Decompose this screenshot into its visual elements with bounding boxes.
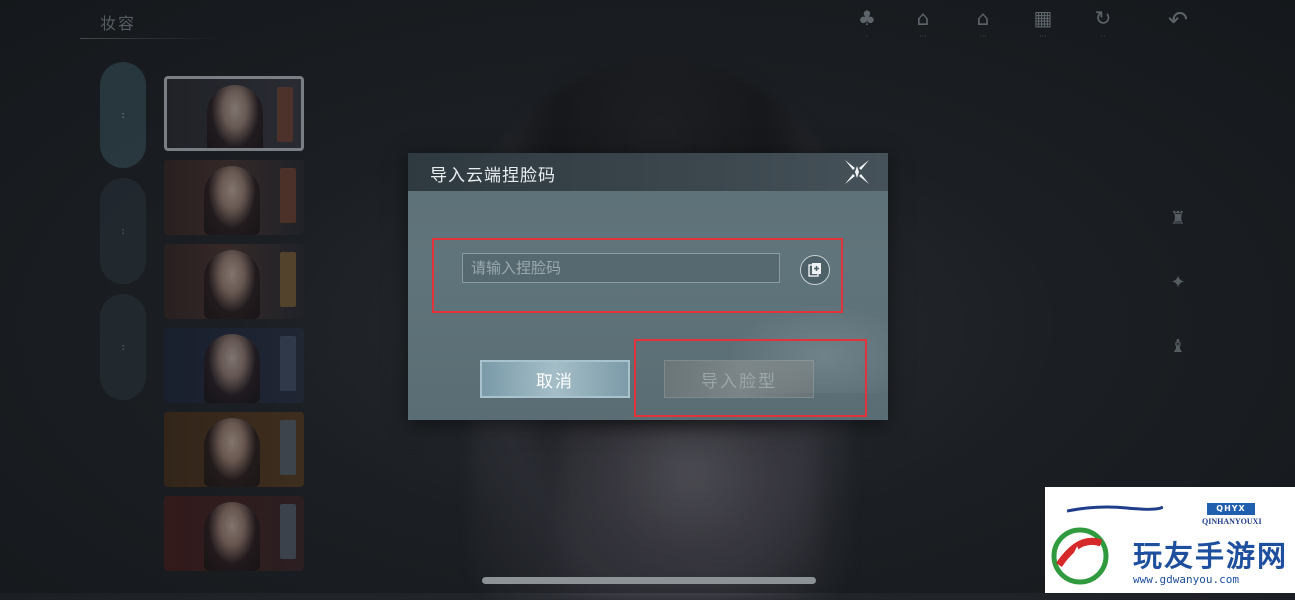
swirl-logo-icon — [1051, 527, 1109, 585]
wave-logo-icon — [1067, 505, 1163, 513]
site-watermark: QHYX QINHANYOUXI 玩友手游网 www.gdwanyou.com — [1045, 487, 1295, 593]
cancel-button[interactable]: 取消 — [480, 360, 630, 398]
watermark-url: www.gdwanyou.com — [1133, 573, 1239, 586]
dialog-title: 导入云端捏脸码 — [430, 166, 556, 186]
input-highlight-box — [432, 238, 843, 313]
close-x-icon[interactable] — [842, 157, 872, 187]
home-indicator[interactable] — [482, 577, 816, 584]
import-highlight-box — [634, 339, 867, 417]
dialog-header: 导入云端捏脸码 — [408, 153, 888, 191]
watermark-subtitle: QINHANYOUXI — [1202, 517, 1262, 526]
watermark-badge: QHYX — [1207, 503, 1255, 515]
watermark-title: 玩友手游网 — [1133, 539, 1289, 573]
